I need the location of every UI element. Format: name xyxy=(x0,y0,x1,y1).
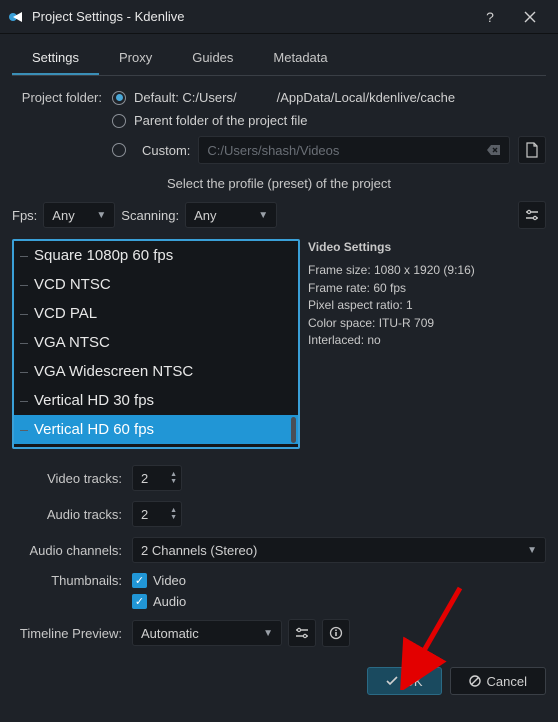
thumbnails-audio-row: ✓ Audio xyxy=(12,594,546,609)
browse-folder-button[interactable] xyxy=(518,136,546,164)
audio-channels-row: Audio channels: 2 Channels (Stereo) ▼ xyxy=(12,537,546,563)
profile-caption: Select the profile (preset) of the proje… xyxy=(12,176,546,191)
window-title: Project Settings - Kdenlive xyxy=(32,9,470,24)
scanning-value: Any xyxy=(194,208,216,223)
scrollbar-thumb[interactable] xyxy=(291,417,296,443)
profile-area: Square 1080p 60 fps VCD NTSC VCD PAL VGA… xyxy=(12,239,546,449)
tab-bar: Settings Proxy Guides Metadata xyxy=(12,42,546,76)
audio-tracks-label: Audio tracks: xyxy=(12,507,132,522)
redacted-user xyxy=(239,91,275,104)
project-folder-parent-row: Parent folder of the project file xyxy=(112,113,546,128)
fps-select[interactable]: Any ▼ xyxy=(43,202,115,228)
video-thumb-label: Video xyxy=(153,573,186,588)
timeline-preview-select[interactable]: Automatic ▼ xyxy=(132,620,282,646)
audio-tracks-value: 2 xyxy=(141,507,148,522)
tab-metadata[interactable]: Metadata xyxy=(253,42,347,75)
cancel-button[interactable]: Cancel xyxy=(450,667,546,695)
project-folder-custom-row: Custom: C:/Users/shash/Videos xyxy=(112,136,546,164)
clear-path-icon[interactable] xyxy=(487,144,501,156)
profile-filter-row: Fps: Any ▼ Scanning: Any ▼ xyxy=(12,201,546,229)
list-item[interactable]: VGA NTSC xyxy=(14,328,298,357)
audio-channels-label: Audio channels: xyxy=(12,543,132,558)
preview-config-button[interactable] xyxy=(288,619,316,647)
video-tracks-row: Video tracks: 2 ▲▼ xyxy=(12,465,546,491)
ok-button[interactable]: OK xyxy=(367,667,442,695)
profile-listbox[interactable]: Square 1080p 60 fps VCD NTSC VCD PAL VGA… xyxy=(12,239,300,449)
thumbnails-row: Thumbnails: ✓ Video xyxy=(12,573,546,588)
custom-path-input[interactable]: C:/Users/shash/Videos xyxy=(198,136,510,164)
tab-settings[interactable]: Settings xyxy=(12,42,99,75)
ok-label: OK xyxy=(404,674,423,689)
dialog-content: Settings Proxy Guides Metadata Project f… xyxy=(0,34,558,707)
radio-default[interactable] xyxy=(112,91,126,105)
app-icon xyxy=(8,9,24,25)
tab-proxy[interactable]: Proxy xyxy=(99,42,172,75)
stepper-arrows[interactable]: ▲▼ xyxy=(170,507,177,521)
fps-value: Any xyxy=(52,208,74,223)
list-item[interactable]: VCD PAL xyxy=(14,299,298,328)
default-path-suffix: /AppData/Local/kdenlive/cache xyxy=(277,90,456,105)
audio-tracks-row: Audio tracks: 2 ▲▼ xyxy=(12,501,546,527)
frame-rate: Frame rate: 60 fps xyxy=(308,280,546,297)
list-item[interactable]: VGA Widescreen NTSC xyxy=(14,357,298,386)
list-item-selected[interactable]: Vertical HD 60 fps xyxy=(14,415,298,444)
help-button[interactable]: ? xyxy=(470,1,510,33)
custom-label: Custom: xyxy=(142,143,190,158)
project-folder-label: Project folder: xyxy=(12,90,112,105)
chevron-down-icon: ▼ xyxy=(527,545,537,556)
cancel-label: Cancel xyxy=(487,674,527,689)
scanning-select[interactable]: Any ▼ xyxy=(185,202,277,228)
list-item[interactable]: VCD NTSC xyxy=(14,270,298,299)
chevron-down-icon: ▼ xyxy=(258,210,268,221)
profile-settings-button[interactable] xyxy=(518,201,546,229)
frame-size: Frame size: 1080 x 1920 (9:16) xyxy=(308,262,546,279)
radio-custom[interactable] xyxy=(112,143,126,157)
stepper-arrows[interactable]: ▲▼ xyxy=(170,471,177,485)
audio-channels-select[interactable]: 2 Channels (Stereo) ▼ xyxy=(132,537,546,563)
chevron-down-icon: ▼ xyxy=(263,628,273,639)
video-settings-panel: Video Settings Frame size: 1080 x 1920 (… xyxy=(308,239,546,449)
audio-thumb-label: Audio xyxy=(153,594,186,609)
fps-label: Fps: xyxy=(12,208,37,223)
video-tracks-label: Video tracks: xyxy=(12,471,132,486)
pixel-aspect-ratio: Pixel aspect ratio: 1 xyxy=(308,297,546,314)
list-item[interactable]: Vertical HD 30 fps xyxy=(14,386,298,415)
close-button[interactable] xyxy=(510,1,550,33)
video-settings-heading: Video Settings xyxy=(308,239,546,256)
interlaced: Interlaced: no xyxy=(308,332,546,349)
preview-info-button[interactable] xyxy=(322,619,350,647)
list-item[interactable]: Square 1080p 60 fps xyxy=(14,241,298,270)
checkbox-audio-thumb[interactable]: ✓ xyxy=(132,594,147,609)
timeline-preview-row: Timeline Preview: Automatic ▼ xyxy=(12,619,546,647)
dialog-buttons: OK Cancel xyxy=(12,667,546,695)
timeline-preview-label: Timeline Preview: xyxy=(12,626,132,641)
checkbox-video-thumb[interactable]: ✓ xyxy=(132,573,147,588)
titlebar: Project Settings - Kdenlive ? xyxy=(0,0,558,34)
scanning-label: Scanning: xyxy=(121,208,179,223)
tab-guides[interactable]: Guides xyxy=(172,42,253,75)
parent-folder-label: Parent folder of the project file xyxy=(134,113,307,128)
timeline-preview-value: Automatic xyxy=(141,626,199,641)
chevron-down-icon: ▼ xyxy=(96,210,106,221)
audio-channels-value: 2 Channels (Stereo) xyxy=(141,543,257,558)
check-icon xyxy=(386,676,398,686)
radio-parent[interactable] xyxy=(112,114,126,128)
default-path-prefix: Default: C:/Users/ xyxy=(134,90,237,105)
color-space: Color space: ITU-R 709 xyxy=(308,315,546,332)
custom-path-text: C:/Users/shash/Videos xyxy=(207,143,339,158)
thumbnails-label: Thumbnails: xyxy=(12,573,132,588)
video-tracks-stepper[interactable]: 2 ▲▼ xyxy=(132,465,182,491)
audio-tracks-stepper[interactable]: 2 ▲▼ xyxy=(132,501,182,527)
video-tracks-value: 2 xyxy=(141,471,148,486)
cancel-icon xyxy=(469,675,481,687)
project-folder-default-row: Project folder: Default: C:/Users/ /AppD… xyxy=(12,90,546,105)
